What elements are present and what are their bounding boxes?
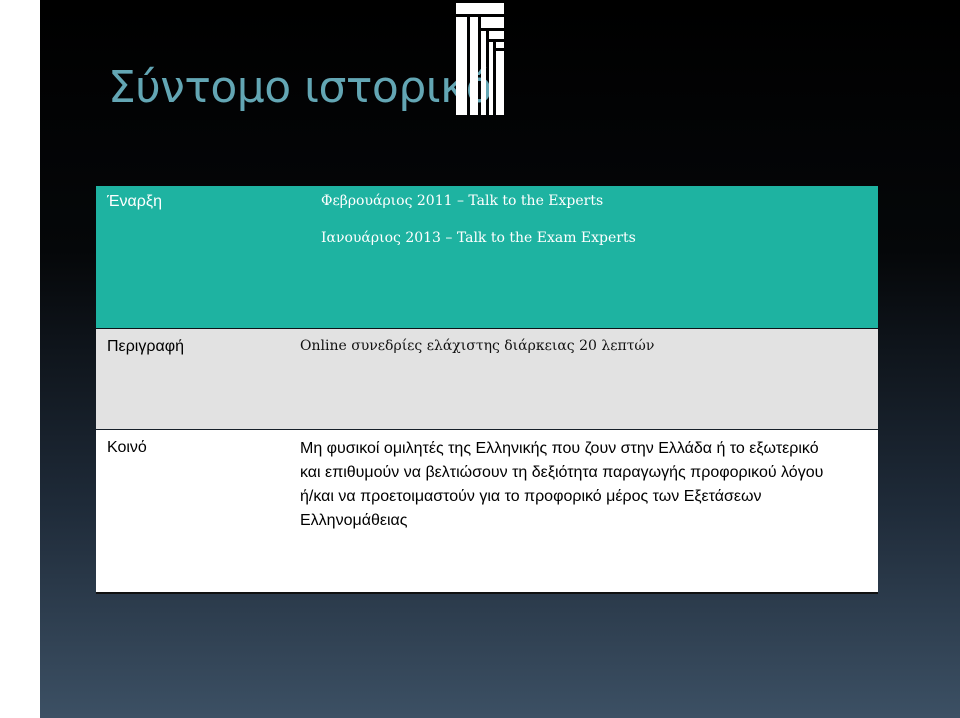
slide-title: Σύντομο ιστορικό — [108, 62, 493, 113]
start-line: Ιανουάριος 2013 – Talk to the Exam Exper… — [321, 230, 636, 246]
table-row-audience: Κοινό Μη φυσικοί ομιλητές της Ελληνικής … — [96, 430, 878, 592]
start-line: Φεβρουάριος 2011 – Talk to the Experts — [321, 193, 604, 209]
start-label: Έναρξη — [107, 193, 162, 210]
slide: Σύντομο ιστορικό Έναρξη Φεβρουάριος 2011… — [40, 0, 960, 718]
description-text: Online συνεδρίες ελάχιστης διάρκειας 20 … — [300, 338, 655, 354]
description-label: Περιγραφή — [107, 338, 184, 355]
info-table: Έναρξη Φεβρουάριος 2011 – Talk to the Ex… — [96, 186, 878, 594]
grid-decoration-bars — [456, 3, 504, 115]
audience-text: Μη φυσικοί ομιλητές της Ελληνικής που ζο… — [300, 440, 824, 529]
grid-decoration — [456, 3, 504, 115]
table-row-description: Περιγραφή Online συνεδρίες ελάχιστης διά… — [96, 329, 878, 429]
audience-label: Κοινό — [107, 439, 147, 456]
table-row-start: Έναρξη Φεβρουάριος 2011 – Talk to the Ex… — [96, 186, 878, 328]
